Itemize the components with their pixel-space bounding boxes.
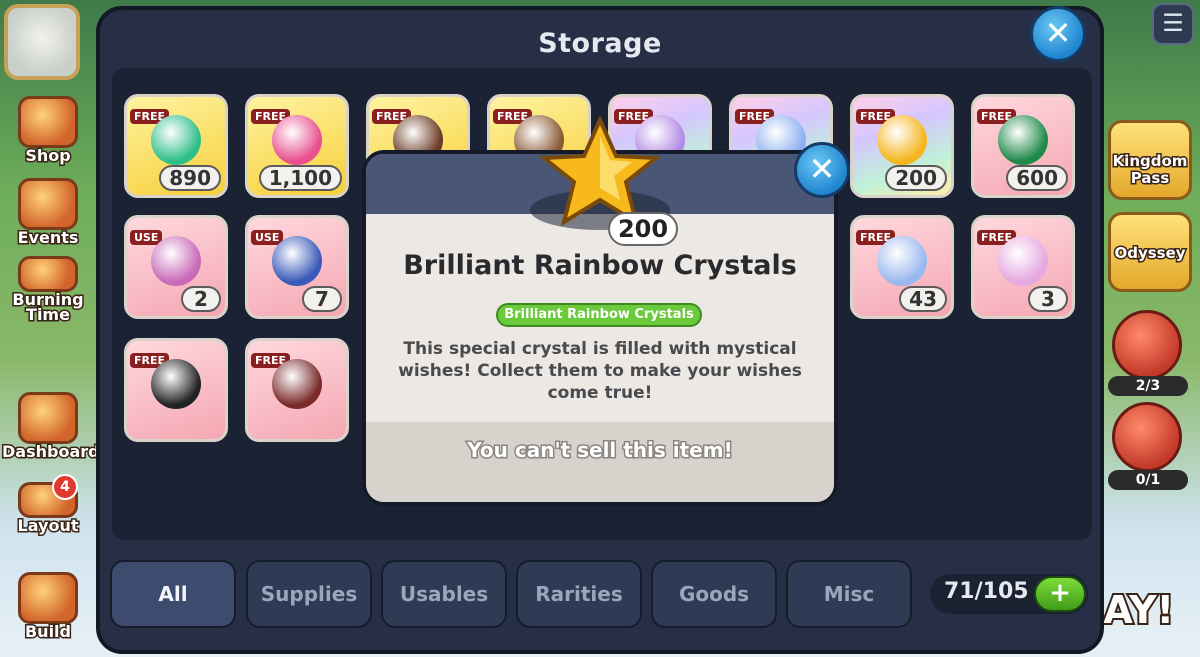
cloud-icon bbox=[998, 236, 1048, 287]
star-crystal-icon bbox=[877, 115, 927, 166]
expand-storage-button[interactable]: + bbox=[1034, 576, 1086, 612]
odyssey-button[interactable]: Odyssey bbox=[1108, 212, 1192, 292]
build-button[interactable]: Build bbox=[2, 572, 94, 641]
menu-button[interactable]: ☰ bbox=[1152, 3, 1194, 45]
tab-supplies[interactable]: Supplies bbox=[246, 560, 372, 628]
item-count: 200 bbox=[885, 165, 947, 191]
dashboard-icon bbox=[18, 392, 78, 444]
red-rock-icon bbox=[272, 359, 322, 410]
potion-icon bbox=[151, 236, 201, 287]
player-avatar[interactable] bbox=[4, 4, 80, 80]
shop-icon bbox=[18, 96, 78, 148]
storage-item-tile[interactable]: FREE bbox=[124, 338, 228, 442]
layout-label: Layout bbox=[16, 516, 80, 535]
storage-title: Storage bbox=[538, 28, 662, 59]
odyssey-label: Odyssey bbox=[1113, 243, 1187, 263]
popup-item-description: This special crystal is filled with myst… bbox=[398, 339, 802, 403]
layout-button[interactable]: Layout bbox=[2, 482, 94, 535]
tab-rarities[interactable]: Rarities bbox=[516, 560, 642, 628]
item-count: 600 bbox=[1006, 165, 1068, 191]
house-quest-progress: 2/3 bbox=[1108, 376, 1188, 396]
item-count: 1,100 bbox=[258, 165, 342, 191]
green-gem-icon bbox=[151, 115, 201, 166]
popup-item-title: Brilliant Rainbow Crystals bbox=[403, 250, 797, 281]
shop-label: Shop bbox=[24, 146, 72, 165]
storage-item-tile[interactable]: USE 7 bbox=[245, 215, 349, 319]
sword-quest-button[interactable] bbox=[1112, 402, 1182, 472]
storage-close-button[interactable]: ✕ bbox=[1030, 6, 1086, 62]
popup-sell-notice: You can't sell this item! bbox=[466, 437, 734, 464]
storage-item-tile[interactable]: FREE 1,100 bbox=[245, 94, 349, 198]
house-quest-button[interactable] bbox=[1112, 310, 1182, 380]
tab-misc[interactable]: Misc bbox=[786, 560, 912, 628]
kingdom-pass-label: Kingdom Pass bbox=[1111, 151, 1189, 188]
flame-icon bbox=[18, 256, 78, 292]
storage-item-tile[interactable]: FREE 43 bbox=[850, 215, 954, 319]
layout-badge: 4 bbox=[52, 474, 78, 500]
right-hud: ☰ Kingdom Pass Odyssey 2/3 0/1 AY! bbox=[1100, 0, 1200, 657]
popup-item-tag: Brilliant Rainbow Crystals bbox=[496, 303, 702, 327]
moon-scroll-icon bbox=[272, 236, 322, 287]
storage-item-tile[interactable]: FREE 200 bbox=[850, 94, 954, 198]
events-label: Events bbox=[16, 228, 80, 247]
emerald-icon bbox=[998, 115, 1048, 166]
storage-item-tile[interactable]: FREE 3 bbox=[971, 215, 1075, 319]
popup-footer bbox=[366, 422, 834, 502]
item-count: 3 bbox=[1028, 286, 1068, 312]
storage-item-tile[interactable]: USE 2 bbox=[124, 215, 228, 319]
capacity-text: 71/105 bbox=[944, 579, 1029, 604]
left-hud: Shop Events Burning Time Dashboard Layou… bbox=[0, 0, 102, 657]
storage-item-tile[interactable]: FREE 600 bbox=[971, 94, 1075, 198]
kingdom-pass-button[interactable]: Kingdom Pass bbox=[1108, 120, 1192, 200]
popup-item-count: 200 bbox=[608, 212, 678, 246]
tab-usables[interactable]: Usables bbox=[381, 560, 507, 628]
item-count: 43 bbox=[899, 286, 947, 312]
pink-coin-icon bbox=[272, 115, 322, 166]
storage-item-tile[interactable]: FREE 890 bbox=[124, 94, 228, 198]
burning-time-label: Burning Time bbox=[11, 290, 85, 324]
events-button[interactable]: Events bbox=[2, 178, 94, 247]
sword-quest-progress: 0/1 bbox=[1108, 470, 1188, 490]
item-count: 7 bbox=[302, 286, 342, 312]
tab-all[interactable]: All bbox=[110, 560, 236, 628]
tab-goods[interactable]: Goods bbox=[651, 560, 777, 628]
black-rock-icon bbox=[151, 359, 201, 410]
item-count: 890 bbox=[159, 165, 221, 191]
build-icon bbox=[18, 572, 78, 624]
storage-capacity: 71/105 + bbox=[930, 574, 1088, 614]
shop-button[interactable]: Shop bbox=[2, 96, 94, 165]
dashboard-button[interactable]: Dashboard bbox=[1, 392, 102, 461]
item-count: 2 bbox=[181, 286, 221, 312]
build-label: Build bbox=[23, 622, 72, 641]
burning-time-button[interactable]: Burning Time bbox=[2, 256, 94, 324]
play-banner[interactable]: AY! bbox=[1101, 586, 1176, 634]
storage-item-tile[interactable]: FREE bbox=[245, 338, 349, 442]
popup-close-button[interactable]: ✕ bbox=[794, 142, 850, 198]
dashboard-label: Dashboard bbox=[1, 442, 102, 461]
bubble-icon bbox=[877, 236, 927, 287]
gift-icon bbox=[18, 178, 78, 230]
